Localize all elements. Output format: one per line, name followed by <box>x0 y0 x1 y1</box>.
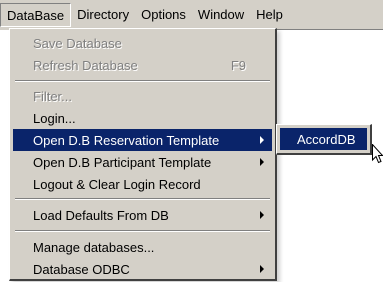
submenu-arrow-icon <box>260 136 264 144</box>
menu-item-refresh-database[interactable]: Refresh Database F9 <box>13 54 272 76</box>
submenu-item-accorddb[interactable]: AccordDB <box>280 128 367 150</box>
database-dropdown-menu: Save Database Refresh Database F9 Filter… <box>9 28 277 281</box>
menu-separator <box>15 230 270 232</box>
submenu-arrow-icon <box>260 211 264 219</box>
menu-item-open-participant-template[interactable]: Open D.B Participant Template <box>13 151 272 173</box>
menu-database[interactable]: DataBase <box>0 3 72 27</box>
menu-item-label: Database ODBC <box>33 261 130 277</box>
menu-options[interactable]: Options <box>135 3 192 27</box>
menu-window[interactable]: Window <box>192 3 250 27</box>
menu-item-save-database[interactable]: Save Database <box>13 32 272 54</box>
menu-item-label: Refresh Database <box>33 57 138 73</box>
submenu-arrow-icon <box>260 265 264 273</box>
menu-item-open-reservation-template[interactable]: Open D.B Reservation Template <box>13 129 272 151</box>
menu-item-label: Load Defaults From DB <box>33 207 169 223</box>
menu-item-database-odbc[interactable]: Database ODBC <box>13 258 272 280</box>
submenu-item-label: AccordDB <box>297 131 356 147</box>
menu-item-logout-clear[interactable]: Logout & Clear Login Record <box>13 173 272 195</box>
reservation-template-submenu: AccordDB <box>276 124 372 155</box>
menu-item-filter[interactable]: Filter... <box>13 85 272 107</box>
menu-item-label: Login... <box>33 110 76 126</box>
menu-directory[interactable]: Directory <box>71 3 135 27</box>
menu-item-label: Open D.B Participant Template <box>33 154 212 170</box>
menu-item-label: Filter... <box>33 88 73 104</box>
menu-item-label: Manage databases... <box>33 239 155 255</box>
menu-item-load-defaults[interactable]: Load Defaults From DB <box>13 204 272 226</box>
menu-bar-divider <box>276 29 383 30</box>
menu-item-label: Open D.B Reservation Template <box>33 132 220 148</box>
menu-bar: DataBase Directory Options Window Help <box>0 0 383 30</box>
menu-item-label: Save Database <box>33 35 122 51</box>
mouse-cursor-icon <box>372 144 383 164</box>
menu-separator <box>15 80 270 82</box>
menu-separator <box>15 198 270 200</box>
menu-help[interactable]: Help <box>250 3 289 27</box>
menu-bar-filler <box>289 0 383 30</box>
menu-item-label: Logout & Clear Login Record <box>33 176 201 192</box>
menu-item-shortcut: F9 <box>230 57 246 73</box>
menu-item-manage-databases[interactable]: Manage databases... <box>13 236 272 258</box>
menu-item-login[interactable]: Login... <box>13 107 272 129</box>
submenu-arrow-icon <box>260 158 264 166</box>
